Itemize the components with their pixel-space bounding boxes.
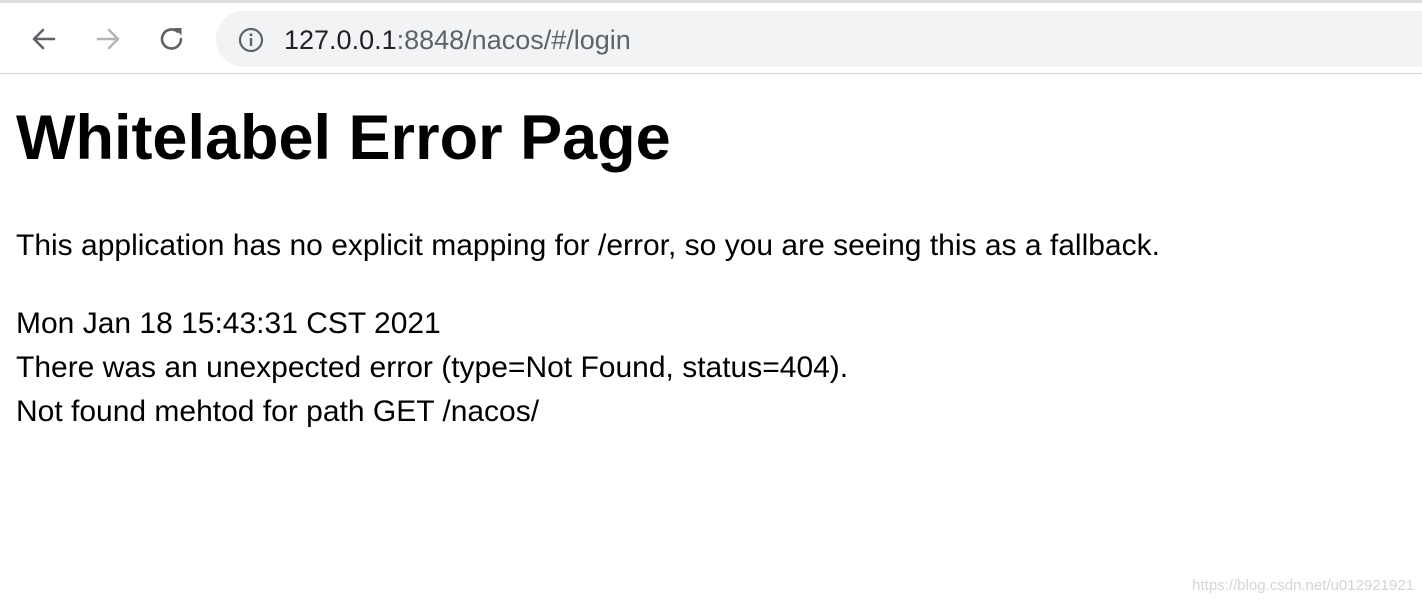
url-text[interactable]: 127.0.0.1:8848/nacos/#/login <box>284 24 631 56</box>
lead-paragraph: This application has no explicit mapping… <box>16 229 1160 262</box>
url-host: 127.0.0.1 <box>284 25 397 55</box>
url-path: :8848/nacos/#/login <box>396 25 631 55</box>
browser-toolbar: 127.0.0.1:8848/nacos/#/login <box>0 0 1422 74</box>
error-type-line: There was an unexpected error (type=Not … <box>16 351 849 384</box>
error-timestamp: Mon Jan 18 15:43:31 CST 2021 <box>16 307 441 340</box>
address-bar[interactable]: 127.0.0.1:8848/nacos/#/login <box>216 11 1422 67</box>
info-icon[interactable] <box>238 27 264 53</box>
back-arrow-icon <box>32 28 56 50</box>
back-button[interactable] <box>24 19 64 59</box>
reload-icon <box>160 28 183 50</box>
reload-button[interactable] <box>152 19 192 59</box>
error-details: Mon Jan 18 15:43:31 CST 2021 There was a… <box>16 302 848 434</box>
watermark: https://blog.csdn.net/u012921921 <box>1192 577 1414 594</box>
forward-button[interactable] <box>88 19 128 59</box>
forward-arrow-icon <box>96 28 120 50</box>
page-title: Whitelabel Error Page <box>16 103 671 173</box>
error-message: Not found mehtod for path GET /nacos/ <box>16 395 540 428</box>
